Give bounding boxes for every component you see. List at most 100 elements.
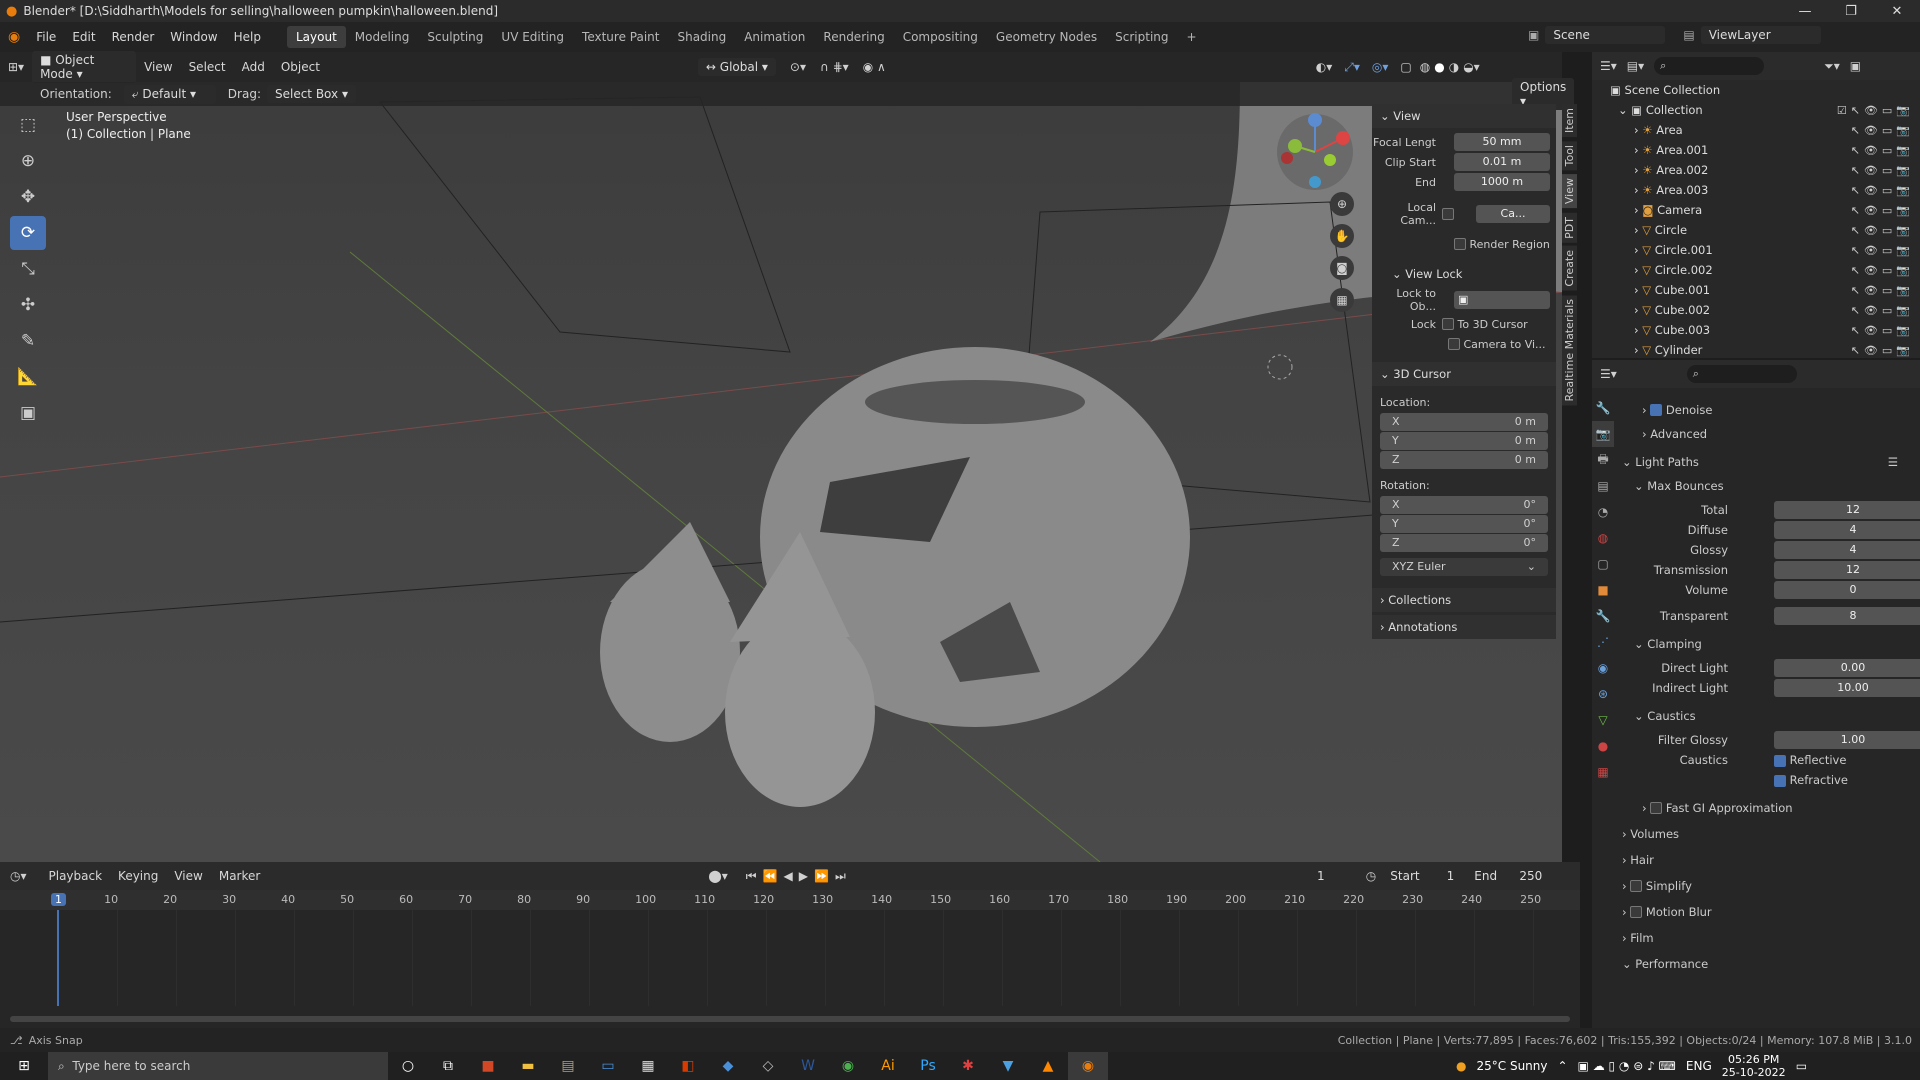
app-icon[interactable]: ◆ [708,1052,748,1080]
pivot-icon[interactable]: ⊙▾ [790,60,806,74]
list-icon[interactable]: ☰ [1888,455,1898,469]
app-icon[interactable]: ▤ [548,1052,588,1080]
timeline-menu-view[interactable]: View [166,869,210,883]
visibility-icon[interactable]: ◐▾ [1316,60,1333,74]
filter-glossy-field[interactable]: 1.00 [1774,731,1920,749]
shading-wireframe-icon[interactable]: ◍ [1420,60,1430,74]
clock[interactable]: 05:26 PM 25-10-2022 [1722,1053,1786,1079]
3d-cursor-section-header[interactable]: ⌄ 3D Cursor [1372,362,1556,386]
store-icon[interactable]: ▦ [628,1052,668,1080]
workspace-tab-rendering[interactable]: Rendering [814,26,893,48]
scene-properties-icon[interactable]: ◔ [1592,499,1614,525]
cursor-tool-icon[interactable]: ⊕ [10,144,46,178]
outliner-item[interactable]: › ▽ Circle.002 ↖👁▭📷 [1592,260,1920,280]
fast-gi-section[interactable]: › Fast GI Approximation [1622,798,1912,818]
tab-realtime-materials[interactable]: Realtime Materials [1562,294,1577,406]
reflective-checkbox[interactable] [1774,754,1786,767]
taskbar-search-box[interactable]: ⌕ Type here to search [48,1052,388,1080]
mode-selector[interactable]: ■ Object Mode ▾ [32,51,137,83]
cursor-rotation-z-field[interactable]: Z 0° [1380,534,1548,552]
local-camera-checkbox[interactable] [1442,208,1454,220]
illustrator-icon[interactable]: Ai [868,1052,908,1080]
3d-viewport[interactable]: ⊕ ✋ ◙ ▦ [0,82,1562,862]
end-frame-field[interactable]: End 250 [1466,867,1551,885]
orientation-selector[interactable]: ⤶ Default ▾ [123,84,216,104]
notification-icon[interactable]: ▭ [1796,1059,1807,1073]
viewport-menu-add[interactable]: Add [234,60,273,74]
denoise-checkbox[interactable] [1650,404,1663,416]
outliner-item[interactable]: › ☀ Area.002 ↖👁▭📷 [1592,160,1920,180]
workspace-tab-uv-editing[interactable]: UV Editing [492,26,573,48]
workspace-tab-texture-paint[interactable]: Texture Paint [573,26,668,48]
menu-render[interactable]: Render [104,30,163,44]
annotations-section-header[interactable]: › Annotations [1372,615,1556,639]
advanced-section[interactable]: › Advanced [1622,424,1912,444]
blender-menu-icon[interactable]: ◉ [0,29,28,45]
move-tool-icon[interactable]: ✥ [10,180,46,214]
tab-tool[interactable]: Tool [1562,141,1577,171]
app-icon[interactable]: ✱ [948,1052,988,1080]
current-frame-field[interactable]: 1 [1285,867,1356,885]
outliner-editor-type-icon[interactable]: ☰▾ [1600,59,1617,73]
zoom-icon[interactable]: ⊕ [1330,192,1354,216]
outliner-item[interactable]: › ▽ Cube.003 ↖👁▭📷 [1592,320,1920,340]
data-properties-icon[interactable]: ▽ [1592,707,1614,733]
cursor-location-y-field[interactable]: Y0 m [1380,432,1548,450]
workspace-tab-modeling[interactable]: Modeling [346,26,419,48]
collection-properties-icon[interactable]: ▢ [1592,551,1614,577]
view-section-header[interactable]: ⌄ View [1372,104,1556,128]
workspace-tab-compositing[interactable]: Compositing [894,26,987,48]
properties-editor-type-icon[interactable]: ☰▾ [1600,367,1617,381]
scale-tool-icon[interactable]: ⤡ [10,252,46,286]
overlay-toggle-icon[interactable]: ◎▾ [1372,60,1389,74]
visibility-icons[interactable]: ↖👁▭📷 [1851,204,1914,217]
play-reverse-icon[interactable]: ◀ [784,869,793,883]
caustics-section[interactable]: ⌄ Caustics [1622,706,1912,726]
outliner-item[interactable]: › ▽ Cube.001 ↖👁▭📷 [1592,280,1920,300]
simplify-section[interactable]: › Simplify [1622,876,1912,896]
outliner-item[interactable]: › ▽ Circle.001 ↖👁▭📷 [1592,240,1920,260]
jump-end-icon[interactable]: ⏭ [835,869,846,884]
powerpoint-icon[interactable]: ■ [468,1052,508,1080]
maximize-button[interactable]: ❐ [1828,0,1874,22]
language-indicator[interactable]: ENG [1686,1059,1712,1073]
visibility-icons[interactable]: ↖👁▭📷 [1851,244,1914,257]
menu-help[interactable]: Help [226,30,269,44]
visibility-icons[interactable]: ↖👁▭📷 [1851,304,1914,317]
outliner-item[interactable]: › ☀ Area.001 ↖👁▭📷 [1592,140,1920,160]
weather-icon[interactable]: ● [1456,1059,1466,1073]
photoshop-icon[interactable]: Ps [908,1052,948,1080]
outliner-item[interactable]: › ▽ Cylinder ↖👁▭📷 [1592,340,1920,360]
clamping-section[interactable]: ⌄ Clamping [1622,634,1912,654]
timeline-ruler[interactable]: 1 10 20 30 40 50 60 70 80 90 100 110 120 130 140 150 160… [0,890,1580,910]
jump-start-icon[interactable]: ⏮ [746,869,757,884]
visibility-icons[interactable]: ↖👁▭📷 [1851,144,1914,157]
viewport-menu-object[interactable]: Object [273,60,328,74]
tray-chevron-icon[interactable]: ⌃ [1557,1059,1567,1073]
new-collection-icon[interactable]: ▣ [1850,59,1861,73]
vlc-icon[interactable]: ▲ [1028,1052,1068,1080]
texture-properties-icon[interactable]: ▦ [1592,759,1614,785]
physics-properties-icon[interactable]: ◉ [1592,655,1614,681]
outliner-item[interactable]: › ▽ Cube.002 ↖👁▭📷 [1592,300,1920,320]
workspace-tab-geometry-nodes[interactable]: Geometry Nodes [987,26,1106,48]
timeline-scrollbar[interactable] [10,1016,1570,1022]
play-icon[interactable]: ▶ [799,869,808,883]
outliner-item[interactable]: › ☀ Area ↖👁▭📷 [1592,120,1920,140]
outliner-item[interactable]: › ◙ Camera ↖👁▭📷 [1592,200,1920,220]
visibility-icons[interactable]: ↖👁▭📷 [1851,184,1914,197]
cursor-location-z-field[interactable]: Z0 m [1380,451,1548,469]
volumes-section[interactable]: › Volumes [1622,824,1912,844]
transform-orientation-selector[interactable]: ↔ Global ▾ [697,58,776,76]
shading-rendered-icon[interactable]: ◒▾ [1463,60,1480,74]
filter-icon[interactable]: ⏷▾ [1824,59,1840,74]
navigation-gizmo[interactable] [1275,112,1355,192]
xray-icon[interactable]: ▢ [1400,60,1411,74]
cursor-rotation-y-field[interactable]: Y 0° [1380,515,1548,533]
clip-end-field[interactable]: 1000 m [1454,173,1550,191]
outliner-search-input[interactable]: ⌕ [1654,57,1765,75]
camera-to-view-checkbox[interactable] [1448,338,1460,350]
tab-view[interactable]: View [1562,174,1577,209]
view-lock-section-header[interactable]: ⌄ View Lock [1372,262,1556,286]
scene-selector[interactable]: Scene [1545,26,1666,44]
